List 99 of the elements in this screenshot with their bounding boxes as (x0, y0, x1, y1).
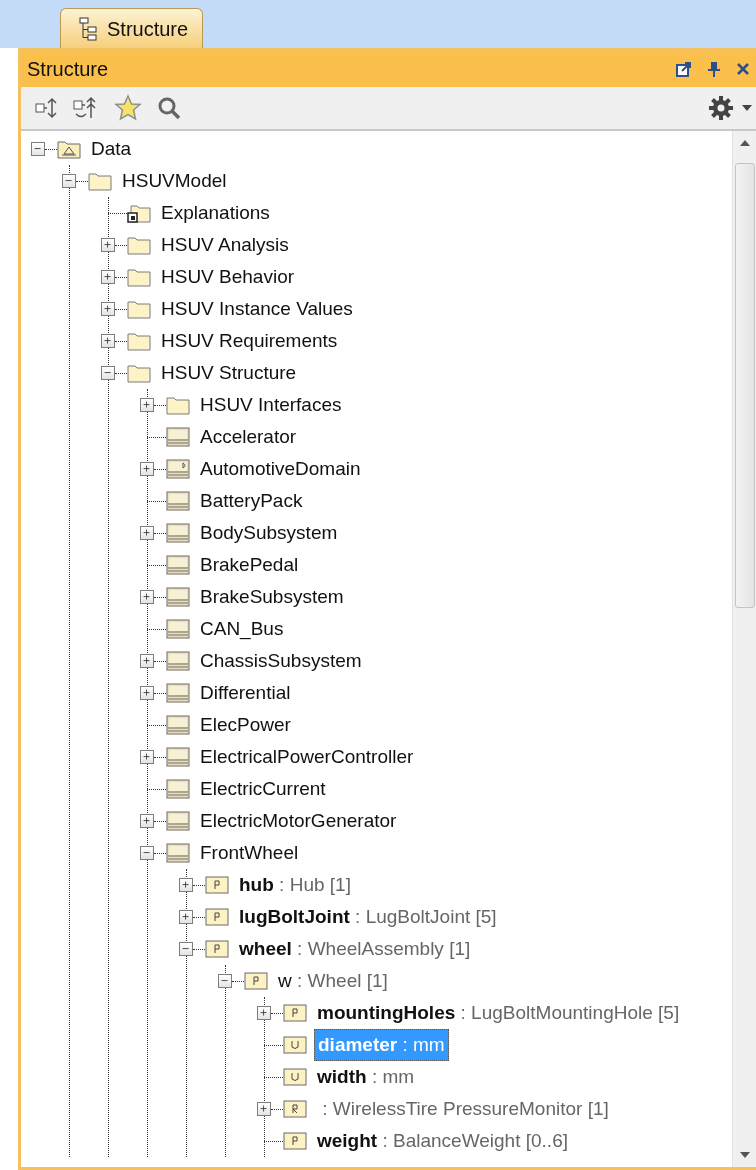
tree-item[interactable]: AutomotiveDomain (197, 453, 364, 485)
expand-toggle-icon[interactable] (101, 302, 115, 316)
tree-item[interactable]: Differential (197, 677, 294, 709)
folder-icon (127, 331, 151, 351)
tree-item[interactable]: ElectricalPowerController (197, 741, 417, 773)
tree-item[interactable]: Data (88, 133, 135, 165)
expand-toggle-icon[interactable] (101, 238, 115, 252)
expand-toggle-icon[interactable] (179, 910, 193, 924)
tree-item[interactable]: BrakeSubsystem (197, 581, 347, 613)
expand-toggle-icon[interactable] (140, 398, 154, 412)
tree-item[interactable]: HSUV Instance Values (158, 293, 356, 325)
tree-item[interactable]: hub : Hub [1] (236, 869, 354, 901)
folder-icon (88, 171, 112, 191)
tree-item[interactable]: w : Wheel [1] (275, 965, 391, 997)
part-icon (283, 1003, 307, 1023)
part-icon (283, 1131, 307, 1151)
folder-icon (127, 267, 151, 287)
tree-item[interactable]: HSUVModel (119, 165, 230, 197)
tree-item[interactable]: HSUV Analysis (158, 229, 292, 261)
pin-icon[interactable] (708, 61, 720, 77)
scroll-down-icon[interactable] (738, 1151, 751, 1159)
tree-item[interactable]: CAN_Bus (197, 613, 287, 645)
part-icon (205, 939, 229, 959)
expand-toggle-icon[interactable] (101, 334, 115, 348)
domain-block-icon (166, 459, 190, 479)
tree-item[interactable]: BatteryPack (197, 485, 306, 517)
collapse-toggle-icon[interactable] (101, 366, 115, 380)
tree-structure-icon (79, 16, 97, 41)
folder-icon (127, 235, 151, 255)
panel-title: Structure (27, 57, 109, 82)
expand-toggle-icon[interactable] (101, 270, 115, 284)
collapse-toggle-icon[interactable] (62, 174, 76, 188)
block-icon (166, 587, 190, 607)
folder-icon (127, 299, 151, 319)
block-icon (166, 427, 190, 447)
folder-icon (127, 363, 151, 383)
part-icon (205, 907, 229, 927)
model-icon (57, 139, 81, 159)
tree-item[interactable]: : WirelessTire PressureMonitor [1] (314, 1093, 612, 1125)
tree-item[interactable]: HSUV Interfaces (197, 389, 345, 421)
tree-item[interactable]: Explanations (158, 197, 273, 229)
tree-item[interactable]: HSUV Behavior (158, 261, 298, 293)
tree-item[interactable]: ElectricMotorGenerator (197, 805, 400, 837)
expand-toggle-icon[interactable] (257, 1006, 271, 1020)
tree-item[interactable]: weight : BalanceWeight [0..6] (314, 1125, 571, 1157)
expand-toggle-icon[interactable] (179, 878, 193, 892)
part-icon (205, 875, 229, 895)
collapse-toggle-icon[interactable] (179, 942, 193, 956)
expand-all-icon[interactable] (35, 96, 59, 120)
expand-toggle-icon[interactable] (257, 1102, 271, 1116)
expand-toggle-icon[interactable] (140, 814, 154, 828)
expand-toggle-icon[interactable] (140, 526, 154, 540)
popout-icon[interactable] (676, 61, 692, 77)
tree-item[interactable]: Accelerator (197, 421, 300, 453)
structure-tab[interactable]: Structure (60, 8, 204, 48)
block-icon (166, 651, 190, 671)
block-icon (166, 811, 190, 831)
tree-item[interactable]: lugBoltJoint : LugBoltJoint [5] (236, 901, 500, 933)
tree-item[interactable]: ElectricCurrent (197, 773, 329, 805)
tree-item[interactable]: BodySubsystem (197, 517, 341, 549)
collapse-toggle-icon[interactable] (218, 974, 232, 988)
tree-item[interactable]: HSUV Requirements (158, 325, 341, 357)
tree-item[interactable]: HSUV Structure (158, 357, 300, 389)
close-icon[interactable] (736, 62, 750, 76)
block-icon (166, 683, 190, 703)
collapse-toggle-icon[interactable] (31, 142, 45, 156)
expand-toggle-icon[interactable] (140, 686, 154, 700)
scroll-up-icon[interactable] (738, 139, 751, 147)
block-icon (166, 555, 190, 575)
tree-item[interactable]: width : mm (314, 1061, 418, 1093)
expand-toggle-icon[interactable] (140, 750, 154, 764)
folder-icon (166, 395, 190, 415)
search-icon[interactable] (157, 96, 181, 120)
tree-item[interactable]: wheel : WheelAssembly [1] (236, 933, 474, 965)
block-icon (166, 779, 190, 799)
scrollbar-thumb[interactable] (734, 163, 755, 608)
tree-item[interactable]: mountingHoles : LugBoltMountingHole [5] (314, 997, 683, 1029)
diagram-icon (127, 203, 151, 223)
tree-item[interactable]: ElecPower (197, 709, 294, 741)
block-icon (166, 843, 190, 863)
settings-icon[interactable] (708, 95, 734, 121)
expand-toggle-icon[interactable] (140, 462, 154, 476)
dropdown-caret-icon[interactable] (742, 105, 752, 111)
value-property-icon (283, 1035, 307, 1055)
reference-icon (283, 1099, 307, 1119)
value-property-icon (283, 1067, 307, 1087)
block-icon (166, 747, 190, 767)
star-icon[interactable] (113, 94, 143, 122)
collapse-toggle-icon[interactable] (140, 846, 154, 860)
block-icon (166, 491, 190, 511)
tree-item[interactable]: FrontWheel (197, 837, 302, 869)
tree-item[interactable]: ChassisSubsystem (197, 645, 365, 677)
block-icon (166, 523, 190, 543)
expand-toggle-icon[interactable] (140, 654, 154, 668)
block-icon (166, 715, 190, 735)
block-icon (166, 619, 190, 639)
part-icon (244, 971, 268, 991)
tree-item[interactable]: BrakePedal (197, 549, 302, 581)
expand-toggle-icon[interactable] (140, 590, 154, 604)
